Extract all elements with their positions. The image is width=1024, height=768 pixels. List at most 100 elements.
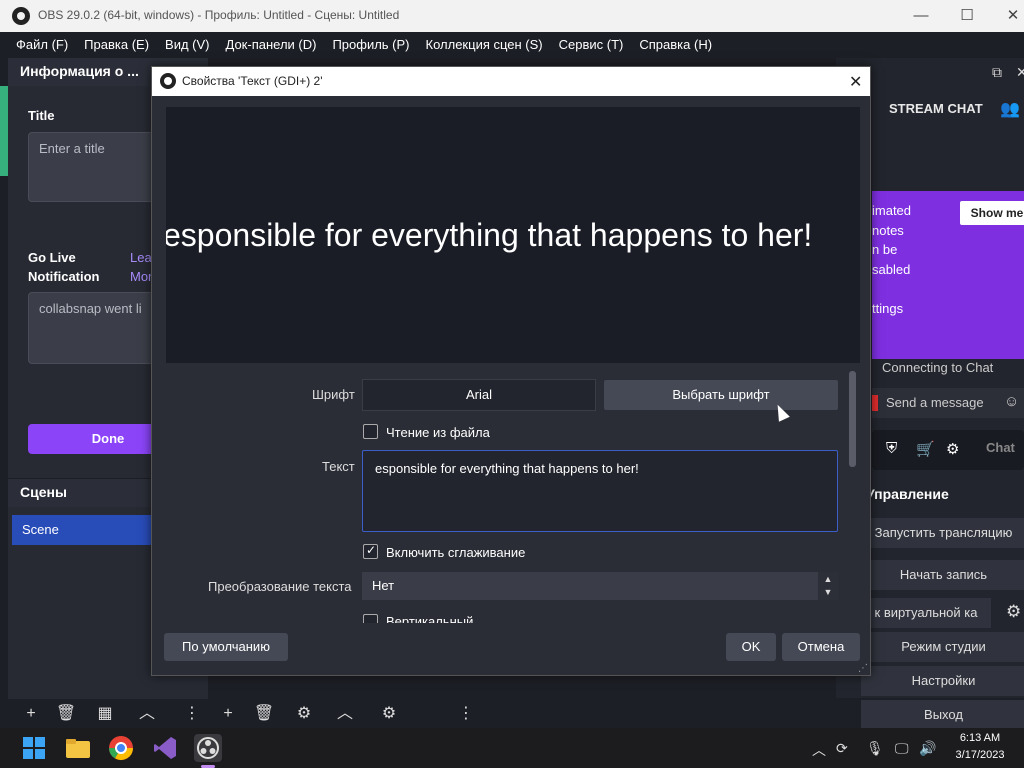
more-link[interactable]: Mor [130,269,152,284]
menu-scene-collection[interactable]: Коллекция сцен (S) [418,37,551,52]
stream-chat-title: STREAM CHAT [889,101,983,116]
source-up-icon[interactable]: ︿ [334,704,356,724]
source-settings-icon[interactable]: ⚙ [293,704,315,724]
read-from-file-checkbox[interactable] [363,424,378,439]
chrome-icon[interactable] [107,734,135,762]
obs-logo-icon [12,7,30,25]
close-window-button[interactable]: ✕ [998,5,1024,27]
add-source-icon[interactable]: + [217,704,239,724]
connecting-status: Connecting to Chat [882,360,994,375]
menu-bar: Файл (F) Правка (E) Вид (V) Док-панели (… [0,32,1024,56]
menu-file[interactable]: Файл (F) [8,37,76,52]
vertical-checkbox[interactable] [363,614,378,623]
windows-start-icon[interactable] [20,734,48,762]
menu-help[interactable]: Справка (H) [631,37,720,52]
font-label: Шрифт [312,387,355,402]
ok-button[interactable]: OK [726,633,776,661]
title-label: Title [28,108,55,123]
send-message-placeholder: Send a message [886,395,984,410]
audio-more-icon[interactable]: ⋮ [455,704,477,724]
banner-line [872,279,911,299]
menu-view[interactable]: Вид (V) [157,37,217,52]
obs-logo-icon [160,73,176,89]
file-explorer-icon[interactable] [64,734,92,762]
red-marker [872,395,878,411]
emoji-icon[interactable]: ☺ [1004,393,1019,410]
dialog-close-icon[interactable]: ✕ [849,72,862,92]
window-titlebar: OBS 29.0.2 (64-bit, windows) - Профиль: … [0,0,1024,32]
menu-tools[interactable]: Сервис (T) [551,37,632,52]
text-label: Текст [322,459,355,474]
microphone-icon[interactable]: 🎙 [866,740,884,757]
volume-icon[interactable]: 🔊 [919,740,936,757]
menu-docks[interactable]: Док-панели (D) [218,37,325,52]
shield-icon[interactable]: ⛨ [886,440,897,457]
audio-settings-icon[interactable]: ⚙ [378,704,400,724]
clock-date: 3/17/2023 [955,749,1005,761]
dialog-titlebar: Свойства 'Текст (GDI+) 2' ✕ [152,67,870,96]
banner-line[interactable]: ttings [872,299,911,319]
exit-button[interactable]: Выход [861,700,1024,730]
display-icon[interactable]: 🖵 [895,740,909,757]
go-live-label: Go Live [28,250,76,265]
antialias-checkbox[interactable] [363,543,378,559]
chat-banner: imated notes n be sabled ttings Show me … [872,191,1024,359]
window-title: OBS 29.0.2 (64-bit, windows) - Профиль: … [38,8,400,22]
scenes-dock-title: Сцены [20,484,67,500]
menu-edit[interactable]: Правка (E) [76,37,157,52]
gear-icon[interactable]: ⚙ [946,440,959,458]
defaults-button[interactable]: По умолчанию [164,633,288,661]
add-scene-icon[interactable]: + [20,704,42,724]
studio-mode-button[interactable]: Режим студии [861,632,1024,662]
update-icon[interactable]: ⟳ [836,740,848,757]
visual-studio-icon[interactable] [151,734,179,762]
dock-accent-strip [0,86,8,176]
vertical-label: Вертикальный [386,614,474,623]
dialog-title: Свойства 'Текст (GDI+) 2' [182,74,323,88]
menu-profile[interactable]: Профиль (P) [324,37,417,52]
select-updown-icon[interactable]: ▲ ▼ [818,572,838,600]
remove-source-icon[interactable]: 🗑 [253,704,275,724]
more-options-icon[interactable]: ⋮ [181,704,203,724]
font-value: Arial [362,379,596,411]
banner-line: imated [872,203,912,218]
antialias-label: Включить сглаживание [386,545,526,560]
close-dock-icon[interactable]: ✕ [1016,64,1024,81]
send-message-input[interactable]: Send a message ☺ [872,388,1024,418]
minimize-button[interactable]: — [906,5,936,27]
banner-line: n be [872,242,898,257]
scene-filters-icon[interactable]: ▦ [94,704,116,724]
resize-grip-icon[interactable]: ⋰ [858,663,868,674]
start-streaming-button[interactable]: Запустить трансляцию [861,518,1024,548]
cancel-button[interactable]: Отмена [782,633,860,661]
docks-toolbar: + 🗑 ▦ ︿ ⋮ + 🗑 ⚙ ︿ ⚙ ⋮ [0,700,480,728]
transform-select[interactable]: Нет [362,572,838,600]
learn-more-link[interactable]: Lea [130,250,152,265]
clock[interactable]: 6:13 AM 3/17/2023 [940,730,1020,764]
transform-label: Преобразование текста [208,579,352,594]
text-input[interactable]: esponsible for everything that happens t… [362,450,838,532]
popout-icon[interactable]: ⧉ [992,64,1002,81]
text-properties-dialog: Свойства 'Текст (GDI+) 2' ✕ esponsible f… [151,66,871,676]
users-icon[interactable]: 👥 [1000,99,1020,119]
tray-overflow-icon[interactable]: ︿ [812,740,826,760]
chat-send-button[interactable]: Chat [986,440,1015,455]
show-me-button[interactable]: Show me [960,201,1024,225]
stream-info-dock-title: Информация о ... [20,63,139,79]
banner-line: sabled [872,261,911,277]
move-up-icon[interactable]: ︿ [136,704,158,724]
pick-font-button[interactable]: Выбрать шрифт [604,380,838,410]
clock-time: 6:13 AM [959,732,1001,744]
virtual-camera-settings-icon[interactable]: ⚙ [1006,602,1021,622]
cart-icon[interactable]: 🛒 [916,440,935,458]
maximize-button[interactable]: ☐ [952,5,982,27]
remove-scene-icon[interactable]: 🗑 [55,704,77,724]
settings-button[interactable]: Настройки [861,666,1024,696]
obs-taskbar-icon[interactable] [194,734,222,762]
start-recording-button[interactable]: Начать запись [861,560,1024,590]
notification-label: Notification [28,269,100,284]
virtual-camera-button[interactable]: к виртуальной ка [861,598,991,628]
banner-text: imated notes n be sabled ttings [872,201,911,318]
properties-scrollbar[interactable] [849,371,856,467]
preview-text: esponsible for everything that happens t… [166,217,813,253]
